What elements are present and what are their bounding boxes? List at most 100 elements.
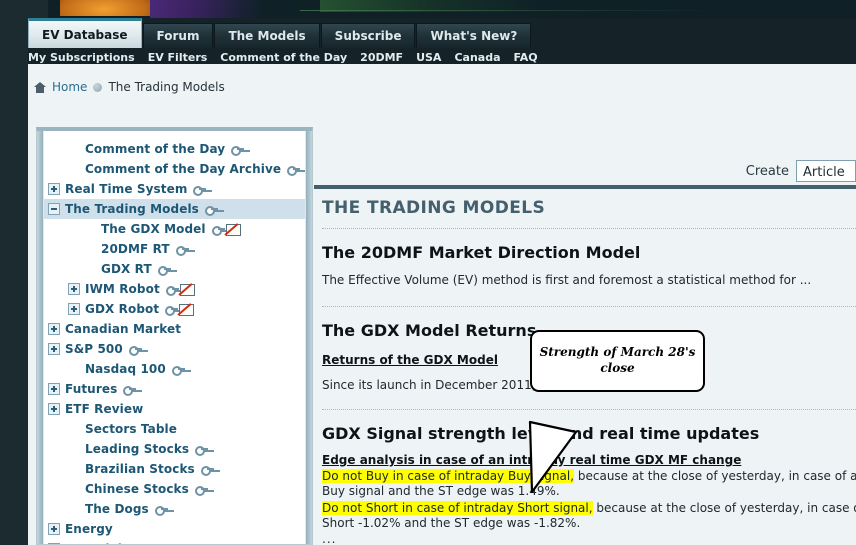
section-heading-20dmf: The 20DMF Market Direction Model <box>322 243 641 262</box>
expand-plus-icon[interactable] <box>48 403 60 415</box>
sidebar-item-brazilian-stocks[interactable]: Brazilian Stocks <box>44 459 305 479</box>
expand-plus-icon[interactable] <box>48 383 60 395</box>
sidebar-item-label: The Dogs <box>85 502 149 516</box>
sidebar-item-gdx-robot[interactable]: GDX Robot <box>44 299 305 319</box>
tab-label: What's New? <box>430 29 518 43</box>
expand-plus-icon[interactable] <box>48 543 60 544</box>
banner-accent-line <box>300 10 720 11</box>
sidebar-item-label: Brazilian Stocks <box>85 462 195 476</box>
sidebar-item-label: Comment of the Day <box>85 142 226 156</box>
collapse-minus-icon[interactable] <box>48 203 60 215</box>
tab-subscribe[interactable]: Subscribe <box>320 23 416 48</box>
subnav-usa[interactable]: USA <box>416 51 441 64</box>
key-icon <box>211 225 225 236</box>
sidebar-item-iwm-robot[interactable]: IWM Robot <box>44 279 305 299</box>
sidebar-item-etf-review[interactable]: ETF Review <box>44 399 305 419</box>
sidebar-item-nasdaq-100[interactable]: Nasdaq 100 <box>44 359 305 379</box>
book-restricted-icon <box>225 223 241 236</box>
sidebar-item-label: Chinese Stocks <box>85 482 189 496</box>
highlight-do-not-buy: Do not Buy in case of intraday Buy signa… <box>322 469 575 483</box>
edge-analysis-line-2: Do not Short in case of intraday Short s… <box>322 501 856 531</box>
edge-analysis-line-1: Do not Buy in case of intraday Buy signa… <box>322 469 856 499</box>
expand-plus-icon[interactable] <box>48 343 60 355</box>
key-icon <box>165 285 179 296</box>
expand-plus-icon[interactable] <box>48 523 60 535</box>
book-restricted-icon <box>179 303 195 316</box>
sidebar-item-real-time-system[interactable]: Real Time System <box>44 179 305 199</box>
tree-spacer-icon <box>68 443 80 455</box>
expand-plus-icon[interactable] <box>68 303 80 315</box>
sidebar-item-the-trading-models[interactable]: The Trading Models <box>44 199 305 219</box>
key-icon <box>287 165 301 176</box>
subnav-canada[interactable]: Canada <box>454 51 500 64</box>
book-restricted-icon <box>179 283 195 296</box>
key-icon <box>128 345 142 356</box>
breadcrumb-home-link[interactable]: Home <box>52 80 87 94</box>
sidebar-item-chinese-stocks[interactable]: Chinese Stocks <box>44 479 305 499</box>
section-body-20dmf: The Effective Volume (EV) method is firs… <box>322 273 812 287</box>
sidebar-item-s-p-500[interactable]: S&P 500 <box>44 339 305 359</box>
subnav-ev-filters[interactable]: EV Filters <box>148 51 208 64</box>
sidebar-item-label: S&P 500 <box>65 342 123 356</box>
expand-plus-icon[interactable] <box>48 183 60 195</box>
key-icon <box>157 265 171 276</box>
tree-spacer-icon <box>84 263 96 275</box>
sidebar-item-label: Canadian Market <box>65 322 182 336</box>
sidebar-item-canadian-market[interactable]: Canadian Market <box>44 319 305 339</box>
expand-plus-icon[interactable] <box>48 323 60 335</box>
key-icon <box>123 385 137 396</box>
main-content: THE TRADING MODELS The 20DMF Market Dire… <box>314 189 856 545</box>
tree-spacer-icon <box>68 163 80 175</box>
tab-the-models[interactable]: The Models <box>214 23 320 48</box>
subnav-faq[interactable]: FAQ <box>514 51 538 64</box>
expand-plus-icon[interactable] <box>68 283 80 295</box>
primary-tabs: EV Database Forum The Models Subscribe W… <box>28 18 532 48</box>
tree-spacer-icon <box>84 243 96 255</box>
page-title: THE TRADING MODELS <box>322 198 546 218</box>
sidebar-item-label: Real Time System <box>65 182 188 196</box>
tree-spacer-icon <box>68 143 80 155</box>
breadcrumb: Home The Trading Models <box>34 80 225 94</box>
tree-spacer-icon <box>68 423 80 435</box>
sidebar-item-label: The GDX Model <box>101 222 206 236</box>
app-root: EV Database Forum The Models Subscribe W… <box>0 0 856 545</box>
sidebar-item-energy[interactable]: Energy <box>44 519 305 539</box>
create-type-select[interactable]: Article <box>796 160 856 182</box>
tab-forum[interactable]: Forum <box>142 23 214 48</box>
subnav-my-subscriptions[interactable]: My Subscriptions <box>28 51 135 64</box>
sidebar-item-label: Sectors Table <box>85 422 177 436</box>
key-icon <box>204 205 218 216</box>
divider <box>322 306 856 307</box>
key-icon <box>175 245 189 256</box>
sidebar-item-materials[interactable]: Materials <box>44 539 305 544</box>
key-icon <box>195 445 209 456</box>
subnav-20dmf[interactable]: 20DMF <box>360 51 403 64</box>
sidebar-item-comment-of-the-day[interactable]: Comment of the Day <box>44 139 305 159</box>
create-type-value: Article <box>803 164 845 180</box>
key-icon <box>171 365 185 376</box>
sidebar-item-comment-of-the-day-archive[interactable]: Comment of the Day Archive <box>44 159 305 179</box>
tab-whats-new[interactable]: What's New? <box>416 23 532 48</box>
sidebar-item-gdx-rt[interactable]: GDX RT <box>44 259 305 279</box>
tab-ev-database[interactable]: EV Database <box>28 18 142 48</box>
sidebar-inner: Comment of the Day Comment of the Day Arc… <box>43 131 306 544</box>
tree-spacer-icon <box>68 503 80 515</box>
sidebar-item-label: Futures <box>65 382 118 396</box>
tab-label: Forum <box>156 29 200 43</box>
key-icon <box>154 505 168 516</box>
sidebar-item-label: IWM Robot <box>85 282 160 296</box>
sidebar-item-the-gdx-model[interactable]: The GDX Model <box>44 219 305 239</box>
section-heading-signal-strength: GDX Signal strength level and real time … <box>322 424 760 443</box>
page-body: Home The Trading Models Create Article C… <box>28 64 856 545</box>
key-icon <box>194 485 208 496</box>
sidebar-item-20dmf-rt[interactable]: 20DMF RT <box>44 239 305 259</box>
sidebar-item-sectors-table[interactable]: Sectors Table <box>44 419 305 439</box>
link-returns-of-the-gdx-model[interactable]: Returns of the GDX Model <box>322 353 856 367</box>
key-icon <box>193 185 207 196</box>
sidebar-item-the-dogs[interactable]: The Dogs <box>44 499 305 519</box>
subnav-comment-of-the-day[interactable]: Comment of the Day <box>220 51 347 64</box>
secondary-nav: My Subscriptions EV Filters Comment of t… <box>28 48 538 64</box>
tab-label: Subscribe <box>334 29 402 43</box>
sidebar-item-leading-stocks[interactable]: Leading Stocks <box>44 439 305 459</box>
sidebar-item-futures[interactable]: Futures <box>44 379 305 399</box>
